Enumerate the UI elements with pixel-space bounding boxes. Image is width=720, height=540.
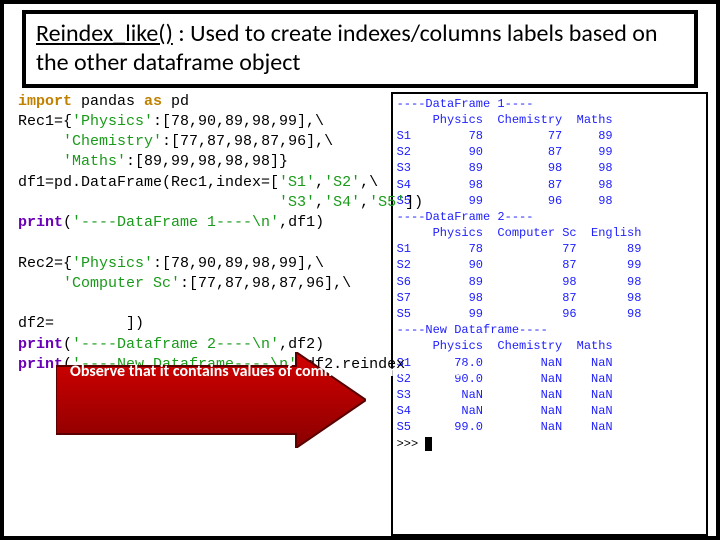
callout-arrow: Observe that it contains values of commo… (56, 352, 366, 448)
slide-title: Reindex_like() : Used to create indexes/… (22, 10, 698, 88)
output-table-3: Physics Chemistry Maths S1 78.0 NaN NaN … (397, 338, 702, 435)
output-header-3: ----New Dataframe---- (397, 322, 702, 338)
output-table-1: Physics Chemistry Maths S1 78 77 89 S2 9… (397, 112, 702, 209)
output-header-1: ----DataFrame 1---- (397, 96, 702, 112)
cursor-icon (425, 437, 432, 451)
callout-text: Observe that it contains values of commo… (70, 362, 302, 382)
repl-prompt: >>> (397, 436, 702, 452)
output-header-2: ----DataFrame 2---- (397, 209, 702, 225)
code-panel: import pandas as pd Rec1={'Physics':[78,… (18, 92, 391, 536)
title-function: Reindex_like() (36, 19, 173, 48)
output-panel: ----DataFrame 1---- Physics Chemistry Ma… (391, 92, 708, 536)
content-area: import pandas as pd Rec1={'Physics':[78,… (4, 92, 716, 536)
output-table-2: Physics Computer Sc English S1 78 77 89 … (397, 225, 702, 322)
slide: { "title": { "part1": "Reindex_like()", … (0, 0, 720, 540)
